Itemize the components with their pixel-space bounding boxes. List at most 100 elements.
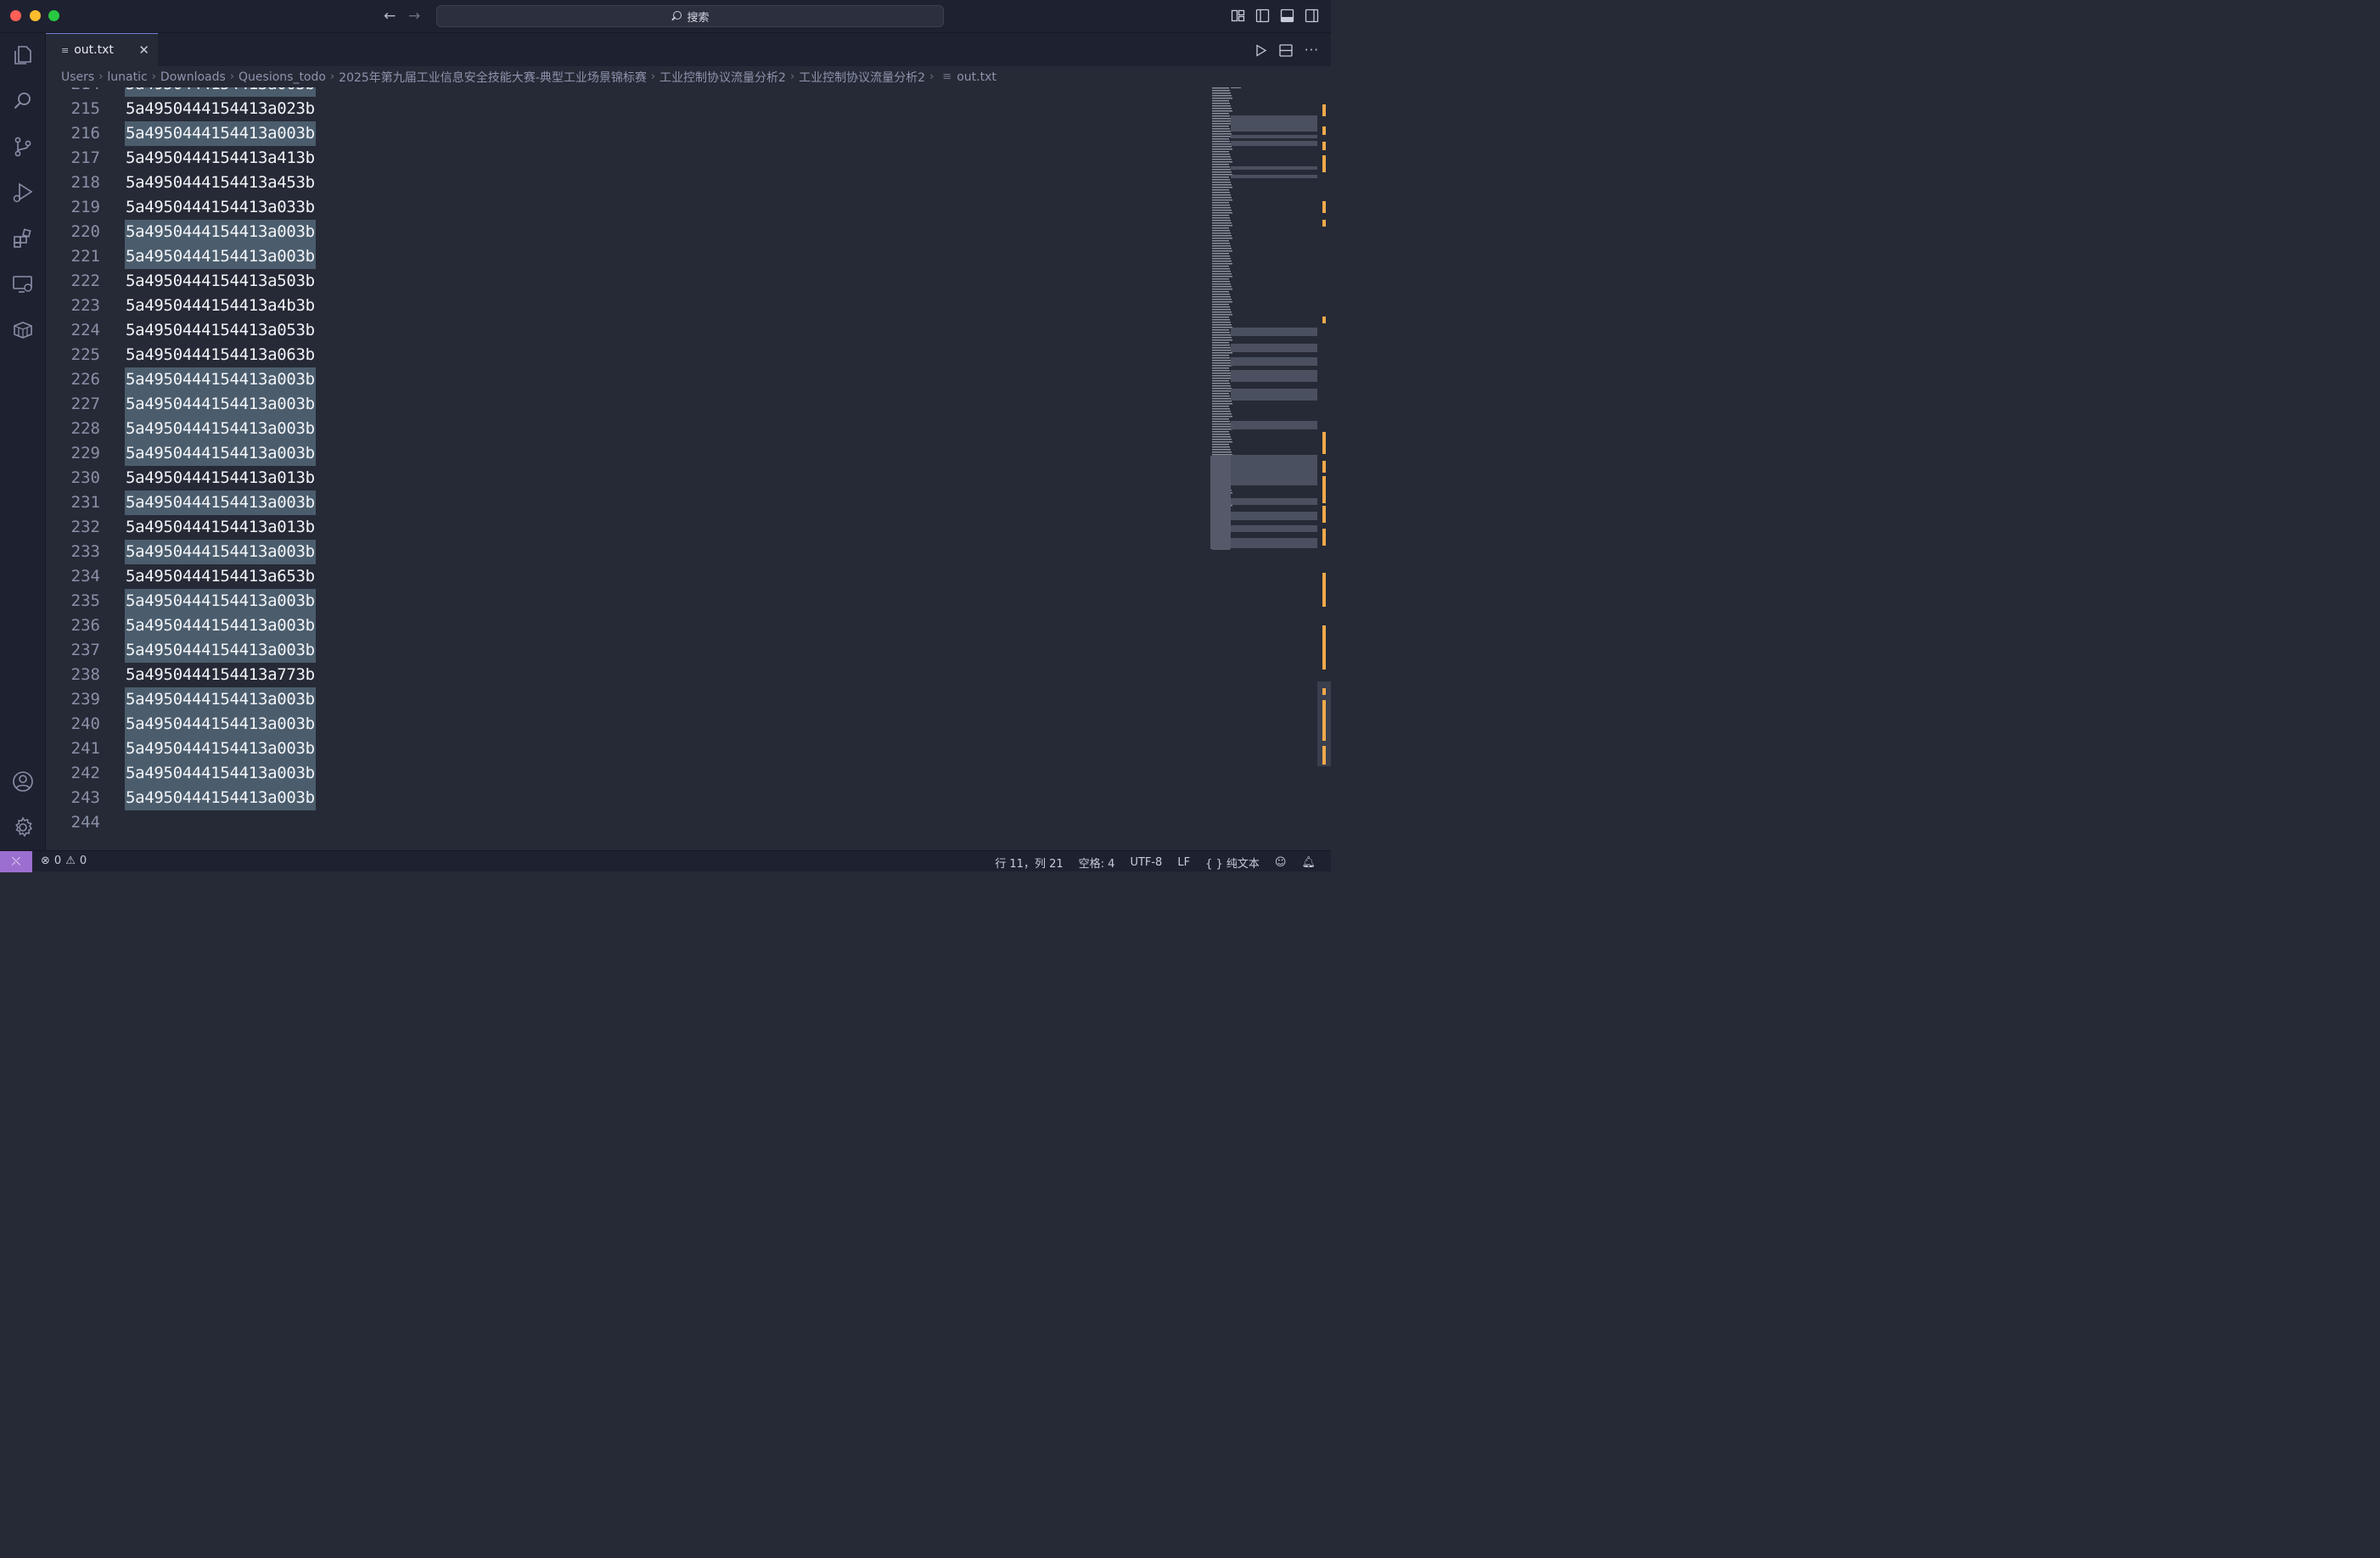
- remote-indicator-icon[interactable]: ⤬: [0, 851, 32, 872]
- editor-line[interactable]: 225 5a4950444154413a063b: [46, 343, 1210, 367]
- end-of-line[interactable]: LF: [1177, 856, 1190, 869]
- editor-line[interactable]: 229 5a4950444154413a003b: [46, 441, 1210, 466]
- breadcrumb-item[interactable]: Quesions_todo: [239, 70, 326, 84]
- editor-line[interactable]: 231 5a4950444154413a003b: [46, 490, 1210, 515]
- minimap-line: [1212, 189, 1229, 191]
- toggle-secondary-sidebar-icon[interactable]: [1305, 8, 1319, 23]
- minimap-line: [1212, 205, 1230, 206]
- editor-text-area[interactable]: 214 5a4950444154413a003b 215 5a495044415441…: [46, 87, 1210, 850]
- line-text: 5a4950444154413a773b: [126, 665, 315, 684]
- language-mode[interactable]: { } 纯文本: [1205, 855, 1260, 871]
- editor-line[interactable]: 244: [46, 810, 1210, 835]
- chevron-right-icon: ›: [329, 70, 335, 83]
- remote-explorer-icon[interactable]: [11, 272, 35, 296]
- run-icon[interactable]: [1255, 43, 1267, 57]
- minimap-line: [1212, 220, 1231, 221]
- editor-line[interactable]: 232 5a4950444154413a013b: [46, 515, 1210, 540]
- breadcrumb-file[interactable]: out.txt: [957, 70, 996, 84]
- minimap-line: [1212, 378, 1232, 379]
- editor-line[interactable]: 227 5a4950444154413a003b: [46, 392, 1210, 417]
- breadcrumb-item[interactable]: Downloads: [160, 70, 226, 84]
- close-tab-icon[interactable]: ✕: [138, 42, 149, 58]
- minimap-line: [1231, 87, 1241, 88]
- run-debug-icon[interactable]: [11, 181, 35, 205]
- chevron-right-icon: ›: [789, 70, 795, 83]
- editor-line[interactable]: 241 5a4950444154413a003b: [46, 737, 1210, 761]
- customize-layout-icon[interactable]: [1231, 8, 1245, 23]
- explorer-icon[interactable]: [11, 43, 35, 67]
- minimap-highlight: [1231, 512, 1317, 520]
- maximize-window-button[interactable]: [48, 10, 59, 21]
- containers-icon[interactable]: [11, 318, 35, 342]
- encoding[interactable]: UTF-8: [1130, 856, 1162, 869]
- toggle-panel-icon[interactable]: [1280, 8, 1294, 23]
- breadcrumb-item[interactable]: lunatic: [107, 70, 147, 84]
- line-text: 5a4950444154413a003b: [125, 638, 316, 663]
- editor-line[interactable]: 224 5a4950444154413a053b: [46, 318, 1210, 343]
- problems-indicator[interactable]: ⊗ 0 ⚠ 0: [41, 855, 87, 867]
- command-center-search[interactable]: 搜索: [436, 5, 944, 27]
- split-editor-icon[interactable]: [1279, 43, 1293, 57]
- editor-line[interactable]: 222 5a4950444154413a503b: [46, 269, 1210, 294]
- editor-line[interactable]: 217 5a4950444154413a413b: [46, 146, 1210, 171]
- copilot-icon[interactable]: ☺: [1275, 856, 1287, 869]
- minimap-line: [1212, 319, 1230, 321]
- error-icon: ⊗: [41, 855, 50, 867]
- editor-line[interactable]: 216 5a4950444154413a003b: [46, 121, 1210, 146]
- settings-gear-icon[interactable]: [11, 815, 35, 839]
- editor-line[interactable]: 218 5a4950444154413a453b: [46, 171, 1210, 195]
- minimize-window-button[interactable]: [30, 10, 41, 21]
- minimap-highlight: [1231, 175, 1317, 178]
- editor-line[interactable]: 235 5a4950444154413a003b: [46, 589, 1210, 614]
- editor-line[interactable]: 215 5a4950444154413a023b: [46, 97, 1210, 121]
- editor-line[interactable]: 214 5a4950444154413a003b: [46, 87, 1210, 97]
- scroll-marker: [1322, 126, 1326, 135]
- toggle-primary-sidebar-icon[interactable]: [1255, 8, 1270, 23]
- line-text: 5a4950444154413a013b: [126, 468, 315, 487]
- vertical-scrollbar[interactable]: [1317, 87, 1331, 850]
- minimap-line: [1212, 182, 1231, 183]
- line-number: 214: [46, 87, 100, 97]
- forward-arrow-icon[interactable]: →: [408, 7, 420, 25]
- editor-line[interactable]: 242 5a4950444154413a003b: [46, 761, 1210, 786]
- chevron-right-icon: ›: [650, 70, 656, 83]
- editor-line[interactable]: 238 5a4950444154413a773b: [46, 663, 1210, 687]
- minimap[interactable]: [1210, 87, 1317, 850]
- line-number: 216: [70, 124, 100, 143]
- tab-out-txt[interactable]: ≡ out.txt ✕: [46, 33, 158, 66]
- extensions-icon[interactable]: [11, 227, 35, 250]
- minimap-line: [1212, 365, 1232, 367]
- indentation[interactable]: 空格: 4: [1079, 855, 1115, 871]
- scroll-marker: [1322, 700, 1326, 734]
- breadcrumb-item[interactable]: 工业控制协议流量分析2: [660, 69, 786, 86]
- breadcrumb-item[interactable]: 2025年第九届工业信息安全技能大赛-典型工业场景锦标赛: [339, 69, 647, 86]
- editor-line[interactable]: 223 5a4950444154413a4b3b: [46, 294, 1210, 318]
- editor-line[interactable]: 240 5a4950444154413a003b: [46, 712, 1210, 737]
- editor-line[interactable]: 237 5a4950444154413a003b: [46, 638, 1210, 663]
- more-actions-icon[interactable]: ···: [1305, 42, 1319, 58]
- breadcrumb-item[interactable]: Users: [61, 70, 94, 84]
- account-icon[interactable]: [11, 770, 35, 793]
- search-icon[interactable]: [11, 89, 35, 113]
- editor-line[interactable]: 239 5a4950444154413a003b: [46, 687, 1210, 712]
- cursor-position[interactable]: 行 11，列 21: [995, 855, 1063, 871]
- editor-line[interactable]: 219 5a4950444154413a033b: [46, 195, 1210, 220]
- editor-line[interactable]: 221 5a4950444154413a003b: [46, 244, 1210, 269]
- editor-line[interactable]: 243 5a4950444154413a003b: [46, 786, 1210, 810]
- editor-line[interactable]: 234 5a4950444154413a653b: [46, 564, 1210, 589]
- editor-line[interactable]: 230 5a4950444154413a013b: [46, 466, 1210, 490]
- braces-icon: { }: [1205, 858, 1223, 871]
- editor-line[interactable]: 228 5a4950444154413a003b: [46, 417, 1210, 441]
- minimap-highlight: [1231, 115, 1317, 127]
- breadcrumb-item[interactable]: 工业控制协议流量分析2: [799, 69, 925, 86]
- editor-line[interactable]: 226 5a4950444154413a003b: [46, 367, 1210, 392]
- editor-line[interactable]: 236 5a4950444154413a003b: [46, 614, 1210, 638]
- back-arrow-icon[interactable]: ←: [384, 7, 396, 25]
- minimap-line: [1212, 309, 1231, 311]
- close-window-button[interactable]: [10, 10, 21, 21]
- source-control-icon[interactable]: [11, 135, 35, 159]
- minimap-line: [1212, 301, 1232, 303]
- notifications-bell-icon[interactable]: 🔔︎: [1301, 856, 1316, 869]
- editor-line[interactable]: 220 5a4950444154413a003b: [46, 220, 1210, 244]
- editor-line[interactable]: 233 5a4950444154413a003b: [46, 540, 1210, 564]
